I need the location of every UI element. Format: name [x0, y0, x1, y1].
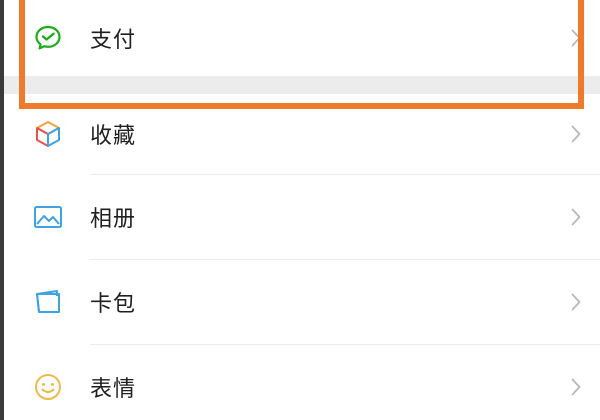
menu-item-label: 相册 [90, 207, 137, 232]
menu-item-label: 支付 [90, 28, 137, 53]
menu-item-label: 表情 [90, 377, 137, 402]
chevron-right-icon [570, 292, 582, 312]
menu-item-favorites[interactable]: 收藏 [4, 94, 600, 174]
sticker-smile-icon [31, 370, 65, 404]
favorites-cube-icon [31, 117, 65, 151]
chevron-right-icon [570, 377, 582, 397]
chevron-right-icon [570, 207, 582, 227]
menu-item-album[interactable]: 相册 [4, 175, 600, 259]
menu-item-pay[interactable]: 支付 [4, 0, 600, 76]
menu-item-cards[interactable]: 卡包 [4, 260, 600, 344]
menu-item-label: 收藏 [90, 124, 137, 149]
card-wallet-icon [31, 285, 65, 319]
me-tab-menu-screen: 支付 收藏 相册 卡包 表情 [0, 0, 600, 420]
menu-item-label: 卡包 [90, 292, 137, 317]
chevron-right-icon [570, 124, 582, 144]
wechat-pay-icon [31, 21, 65, 55]
section-separator [4, 76, 600, 94]
album-picture-icon [31, 200, 65, 234]
chevron-right-icon [570, 28, 582, 48]
menu-item-stickers[interactable]: 表情 [4, 345, 600, 420]
